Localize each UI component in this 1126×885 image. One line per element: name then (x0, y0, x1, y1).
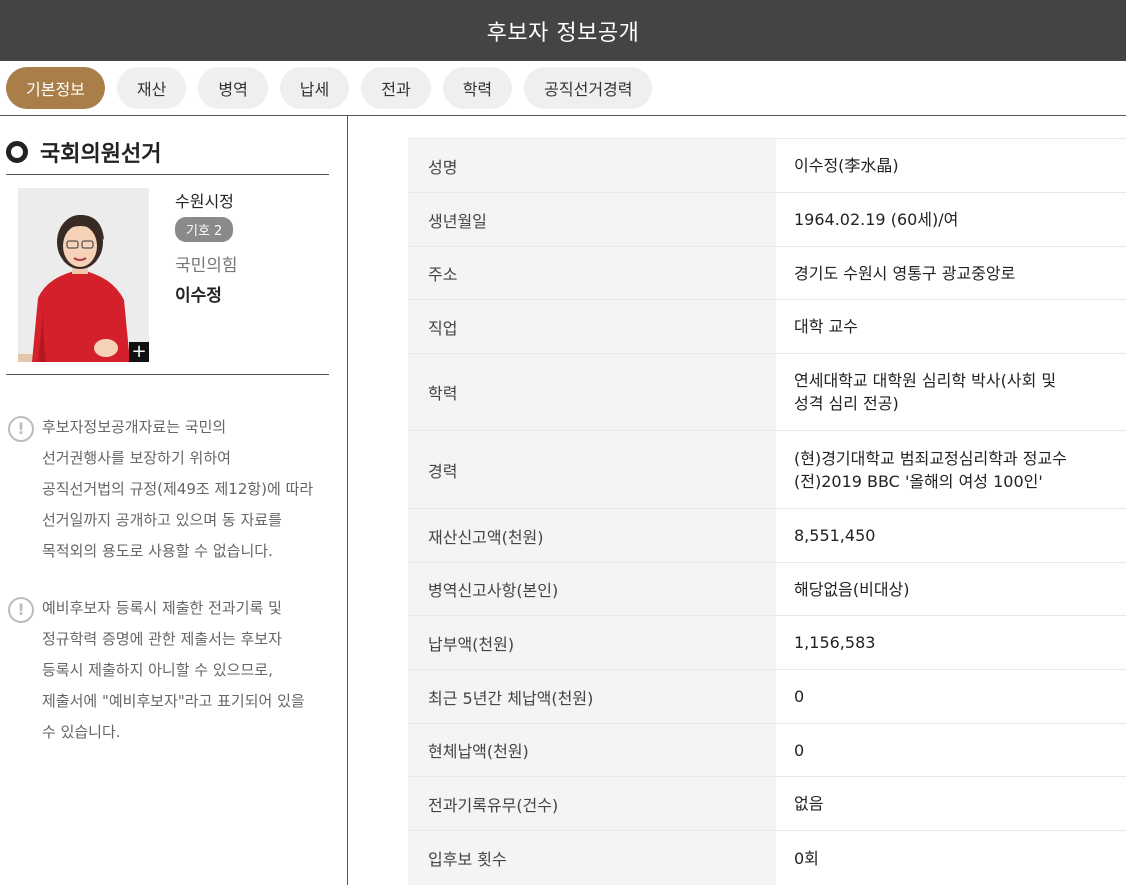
row-label: 납부액(천원) (408, 616, 776, 669)
sidebar: 국회의원선거 + 수원시정 기호 2 국민의힘 이수정 ! 후보자정보공개자료는… (0, 116, 348, 885)
row-label: 전과기록유무(건수) (408, 777, 776, 830)
tab-bar: 기본정보 재산 병역 납세 전과 학력 공직선거경력 (0, 61, 1126, 116)
table-row: 주소 경기도 수원시 영통구 광교중앙로 (408, 247, 1126, 300)
value-line: 0 (794, 687, 805, 706)
value-line: 연세대학교 대학원 심리학 박사(사회 및 (794, 371, 1057, 390)
election-type-label: 국회의원선거 (40, 142, 162, 167)
tab-criminal-record[interactable]: 전과 (361, 67, 431, 109)
row-label: 경력 (408, 431, 776, 508)
row-label: 생년월일 (408, 193, 776, 246)
row-value: 1,156,583 (776, 616, 1126, 669)
row-value: 1964.02.19 (60세)/여 (776, 193, 1126, 246)
row-label: 입후보 횟수 (408, 831, 776, 885)
notice-line: 목적외의 용도로 사용할 수 없습니다. (42, 542, 273, 560)
value-line: (현)경기대학교 범죄교정심리학과 정교수 (794, 448, 1067, 468)
candidate-district: 수원시정 (175, 192, 234, 211)
notice-line: 공직선거법의 규정(제49조 제12항)에 따라 (42, 480, 314, 498)
value-line: 1,156,583 (794, 633, 876, 652)
row-value: 0회 (776, 831, 1126, 885)
divider (6, 374, 329, 375)
row-value: 0 (776, 724, 1126, 776)
exclamation-circle-icon: ! (8, 416, 34, 442)
exclamation-circle-icon: ! (8, 597, 34, 623)
value-line: 이수정(李水晶) (794, 156, 899, 175)
notice-text: 후보자정보공개자료는 국민의 선거권행사를 보장하기 위하여 공직선거법의 규정… (42, 412, 313, 567)
row-label: 주소 (408, 247, 776, 299)
row-value: (현)경기대학교 범죄교정심리학과 정교수 (전)2019 BBC '올해의 여… (776, 431, 1126, 508)
row-label: 학력 (408, 354, 776, 430)
table-row: 최근 5년간 체납액(천원) 0 (408, 670, 1126, 724)
row-value: 0 (776, 670, 1126, 723)
tab-election-history[interactable]: 공직선거경력 (524, 67, 653, 109)
candidate-number-badge: 기호 2 (175, 217, 234, 242)
table-row: 직업 대학 교수 (408, 300, 1126, 354)
value-line: 경기도 수원시 영통구 광교중앙로 (794, 263, 1016, 283)
ring-bullet-icon (6, 141, 28, 163)
value-line: (전)2019 BBC '올해의 여성 100인' (794, 471, 1043, 491)
candidate-party: 국민의힘 (175, 256, 238, 276)
table-row: 현체납액(천원) 0 (408, 724, 1126, 777)
divider (6, 174, 329, 175)
photo-expand-button[interactable]: + (129, 342, 149, 362)
tab-education[interactable]: 학력 (442, 67, 513, 109)
notice-line: 등록시 제출하지 아니할 수 있으므로, (42, 661, 273, 679)
row-value: 경기도 수원시 영통구 광교중앙로 (776, 247, 1126, 299)
value-line: 성격 심리 전공) (794, 394, 899, 413)
row-value: 대학 교수 (776, 300, 1126, 353)
table-row: 경력 (현)경기대학교 범죄교정심리학과 정교수 (전)2019 BBC '올해… (408, 431, 1126, 509)
notice-line: 선거권행사를 보장하기 위하여 (42, 449, 231, 467)
table-row: 생년월일 1964.02.19 (60세)/여 (408, 193, 1126, 247)
page-title: 후보자 정보공개 (486, 20, 640, 46)
row-value: 해당없음(비대상) (776, 563, 1126, 615)
value-line: 8,551,450 (794, 526, 876, 545)
row-label: 병역신고사항(본인) (408, 563, 776, 615)
tab-basic-info[interactable]: 기본정보 (6, 67, 105, 109)
notice-line: 후보자정보공개자료는 국민의 (42, 418, 227, 436)
value-line: 대학 교수 (794, 317, 858, 336)
tab-tax[interactable]: 납세 (279, 67, 350, 109)
value-line: 0 (794, 740, 805, 760)
value-line: 1964.02.19 (60세)/여 (794, 210, 959, 229)
candidate-photo[interactable]: + (18, 188, 149, 362)
row-value: 연세대학교 대학원 심리학 박사(사회 및 성격 심리 전공) (776, 354, 1126, 430)
row-label: 현체납액(천원) (408, 724, 776, 776)
candidate-info-table: 성명 이수정(李水晶) 생년월일 1964.02.19 (60세)/여 주소 경… (408, 138, 1126, 885)
notice-line: 예비후보자 등록시 제출한 전과기록 및 (42, 599, 282, 617)
row-value: 없음 (776, 777, 1126, 830)
value-line: 0회 (794, 848, 819, 868)
section-title: 국회의원선거 (6, 136, 161, 168)
value-line: 해당없음(비대상) (794, 579, 910, 599)
notice-line: 수 있습니다. (42, 723, 121, 741)
table-row: 입후보 횟수 0회 (408, 831, 1126, 885)
notice-disclosure: ! 후보자정보공개자료는 국민의 선거권행사를 보장하기 위하여 공직선거법의 … (8, 416, 338, 567)
row-label: 최근 5년간 체납액(천원) (408, 670, 776, 723)
tab-property[interactable]: 재산 (116, 67, 187, 109)
row-value: 이수정(李水晶) (776, 139, 1126, 192)
page-header: 후보자 정보공개 (0, 0, 1126, 61)
notice-line: 제출서에 "예비후보자"라고 표기되어 있을 (42, 692, 305, 710)
table-row: 학력 연세대학교 대학원 심리학 박사(사회 및 성격 심리 전공) (408, 354, 1126, 431)
table-row: 병역신고사항(본인) 해당없음(비대상) (408, 563, 1126, 616)
row-value: 8,551,450 (776, 509, 1126, 562)
table-row: 전과기록유무(건수) 없음 (408, 777, 1126, 831)
table-row: 납부액(천원) 1,156,583 (408, 616, 1126, 670)
row-label: 직업 (408, 300, 776, 353)
tab-military[interactable]: 병역 (198, 67, 268, 109)
portrait-illustration (18, 188, 149, 362)
notice-line: 선거일까지 공개하고 있으며 동 자료를 (42, 511, 282, 529)
table-row: 재산신고액(천원) 8,551,450 (408, 509, 1126, 563)
row-label: 재산신고액(천원) (408, 509, 776, 562)
notice-text: 예비후보자 등록시 제출한 전과기록 및 정규학력 증명에 관한 제출서는 후보… (42, 593, 305, 748)
notice-preliminary: ! 예비후보자 등록시 제출한 전과기록 및 정규학력 증명에 관한 제출서는 … (8, 597, 338, 748)
value-line: 없음 (794, 794, 824, 813)
candidate-name: 이수정 (175, 286, 222, 306)
row-label: 성명 (408, 139, 776, 192)
notice-line: 정규학력 증명에 관한 제출서는 후보자 (42, 630, 282, 648)
table-row: 성명 이수정(李水晶) (408, 139, 1126, 193)
